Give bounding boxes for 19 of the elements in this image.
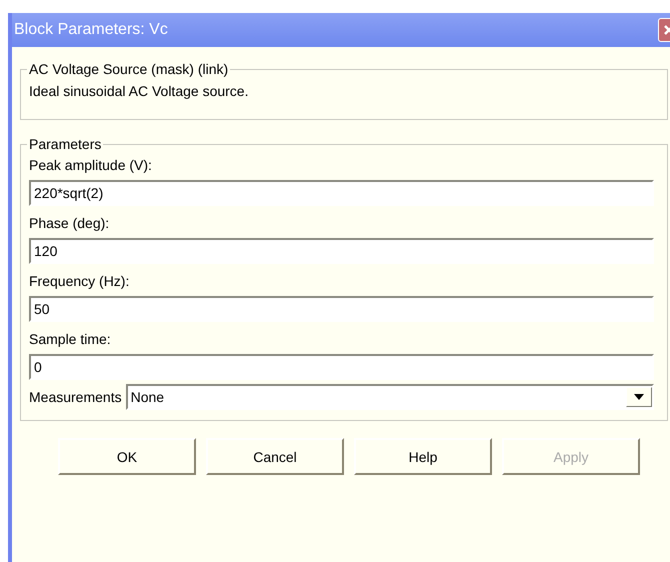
dialog-button[interactable]: OK [58,438,196,475]
input-field[interactable]: 0 [29,354,654,380]
field-label: Phase (deg): [29,215,110,231]
input-field[interactable]: 120 [29,238,654,264]
window-title: Block Parameters: Vc [14,21,168,39]
field-label: Peak amplitude (V): [29,157,152,173]
field-label: Measurements [29,389,122,405]
description-text: Ideal sinusoidal AC Voltage source. [29,82,248,101]
measurements-dropdown[interactable]: None [126,384,654,410]
dropdown-button[interactable] [626,387,652,407]
field-label: Sample time: [29,331,111,347]
group-title: AC Voltage Source (mask) (link) [28,61,230,77]
field-label: Frequency (Hz): [29,273,130,289]
caret-icon [634,394,644,400]
group-title: Parameters [28,136,102,152]
input-field[interactable]: 50 [29,296,654,322]
dialog-button[interactable]: Cancel [206,438,344,475]
input-field[interactable]: 220*sqrt(2) [29,180,654,206]
dialog-button[interactable]: Help [354,438,492,475]
